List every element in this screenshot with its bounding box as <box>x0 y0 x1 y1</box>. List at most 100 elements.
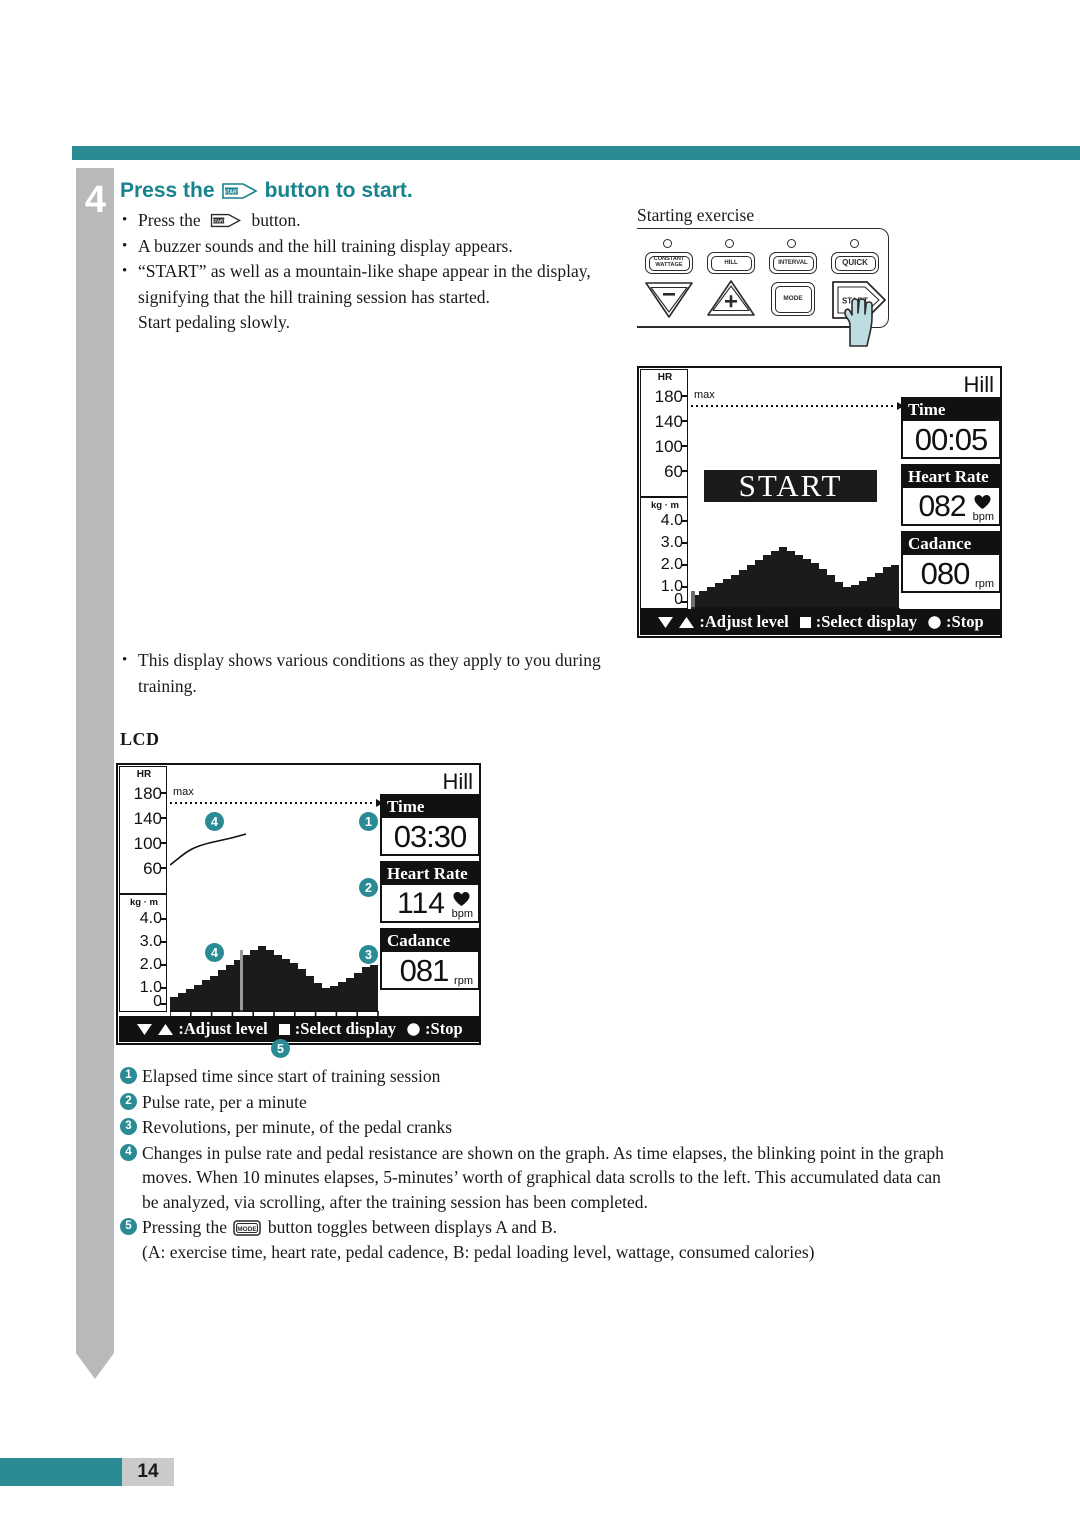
hr-tick-60: 60 <box>664 462 683 481</box>
circle-icon <box>407 1022 420 1036</box>
manual-page: 4 Press the START button to start. Press… <box>0 0 1080 1528</box>
down-triangle-icon <box>658 616 674 628</box>
time-panel-value: 03:30 <box>393 819 468 854</box>
display-note-text: This display shows various conditions as… <box>138 650 601 696</box>
note-1: 1 Elapsed time since start of training s… <box>120 1064 960 1089</box>
callout-badge-4-hr: 4 <box>205 812 224 831</box>
down-triangle-icon <box>137 1023 153 1035</box>
circle-icon <box>928 615 941 629</box>
heart-rate-panel-unit: bpm <box>451 908 473 920</box>
note-number-3: 3 <box>120 1118 137 1135</box>
note-number-4: 4 <box>120 1143 137 1161</box>
load-tick-2: 2.0 <box>660 556 683 573</box>
bullet-3-text: “START” as well as a mountain-like shape… <box>138 261 591 281</box>
bullet-3-line2: signifying that the hill training sessio… <box>138 286 490 307</box>
note-2-text: Pulse rate, per a minute <box>142 1091 307 1112</box>
step-ribbon-tip <box>76 1353 114 1379</box>
heart-rate-trace <box>170 833 247 866</box>
square-icon <box>278 1023 290 1035</box>
note-5-pre: Pressing the <box>142 1217 228 1237</box>
page-title-post: button to start. <box>264 179 413 202</box>
callout-badge-2: 2 <box>359 878 378 897</box>
hr-tick-180: 180 <box>654 387 683 406</box>
up-triangle-icon <box>158 1023 174 1035</box>
load-tick-4: 4.0 <box>660 512 683 529</box>
time-panel: Time 03:30 <box>380 794 480 856</box>
interval-button[interactable]: INTERVAL <box>769 252 817 274</box>
load-axis: kg · m 4.0 3.0 2.0 1.0 0 <box>119 894 167 1012</box>
start-button-icon: START <box>221 181 259 201</box>
hr-tick-60: 60 <box>143 859 162 878</box>
callout-notes-list: 1 Elapsed time since start of training s… <box>120 1064 960 1265</box>
mode-button[interactable]: MODE <box>771 282 815 316</box>
list-item: “START” as well as a mountain-like shape… <box>120 259 640 336</box>
led-indicator-interval <box>787 239 796 248</box>
status-adjust-label: :Adjust level <box>178 1019 268 1038</box>
time-panel-title: Time <box>903 399 999 421</box>
hr-tick-180: 180 <box>133 784 162 803</box>
heart-icon <box>974 495 991 509</box>
hr-axis: HR 180 140 100 60 <box>119 766 167 894</box>
status-adjust-label: :Adjust level <box>699 612 789 631</box>
instruction-list: Press the START button. A buzzer sounds … <box>120 208 640 336</box>
up-triangle-icon <box>679 616 695 628</box>
page-title-pre: Press the <box>120 179 215 202</box>
header-rule <box>72 146 1080 160</box>
status-select-label: :Select display <box>815 612 918 631</box>
cadence-panel: Cadance 080 rpm <box>901 531 1001 593</box>
pointing-hand-icon <box>836 295 880 347</box>
program-name-label: Hill <box>442 769 473 794</box>
quick-button[interactable]: QUICK <box>831 252 879 274</box>
mode-button-icon: MODE <box>233 1218 262 1236</box>
callout-badge-1: 1 <box>359 812 378 831</box>
list-item: A buzzer sounds and the hill training di… <box>120 234 640 260</box>
note-4: 4 Changes in pulse rate and pedal resist… <box>120 1141 960 1215</box>
bullet-2-text: A buzzer sounds and the hill training di… <box>138 235 513 256</box>
note-1-text: Elapsed time since start of training ses… <box>142 1066 441 1086</box>
list-item: Press the START button. <box>120 208 640 234</box>
decrease-level-button[interactable] <box>643 278 695 325</box>
max-hr-line <box>691 402 904 410</box>
status-stop-label: :Stop <box>425 1019 463 1038</box>
hill-label: HILL <box>724 259 738 266</box>
quick-label: QUICK <box>842 257 868 267</box>
time-panel-title: Time <box>382 796 478 818</box>
cadence-panel-unit: rpm <box>975 578 994 590</box>
status-select-label: :Select display <box>294 1019 397 1038</box>
bullet-3-line3: Start pedaling slowly. <box>138 312 290 332</box>
heart-rate-panel: Heart Rate 082 bpm <box>901 464 1001 526</box>
max-hr-label: max <box>694 389 715 401</box>
note-2: 2 Pulse rate, per a minute <box>120 1090 960 1115</box>
note-5-post: button toggles between displays A and B. <box>267 1217 558 1237</box>
note-5: 5 Pressing the MODE button toggles betwe… <box>120 1215 960 1264</box>
heart-icon <box>453 892 470 906</box>
square-icon <box>799 616 811 628</box>
cadence-panel-title: Cadance <box>382 930 478 952</box>
note-5-sub: (A: exercise time, heart rate, pedal cad… <box>142 1241 815 1262</box>
svg-text:MODE: MODE <box>238 1226 258 1233</box>
lcd-display-annotated: Hill HR 180 140 100 60 kg · m 4.0 3.0 2.… <box>116 763 481 1045</box>
constant-wattage-label: CONSTANT WATTAGE <box>653 256 685 268</box>
hr-tick-100: 100 <box>133 834 162 853</box>
time-panel: Time 00:05 <box>901 397 1001 459</box>
increase-level-button[interactable] <box>705 278 757 325</box>
hill-button[interactable]: HILL <box>707 252 755 274</box>
start-button-icon: START <box>207 211 245 228</box>
lcd-section-label: LCD <box>120 729 160 749</box>
note-number-1: 1 <box>120 1067 137 1084</box>
constant-wattage-button[interactable]: CONSTANT WATTAGE <box>645 252 693 274</box>
cadence-panel-title: Cadance <box>903 533 999 555</box>
note-3: 3 Revolutions, per minute, of the pedal … <box>120 1115 960 1140</box>
step-number: 4 <box>84 179 106 221</box>
load-axis: kg · m 4.0 3.0 2.0 1.0 0 <box>640 497 688 609</box>
max-hr-label: max <box>173 786 194 798</box>
step-ribbon <box>76 168 114 1353</box>
time-panel-value: 00:05 <box>914 422 989 457</box>
load-tick-4: 4.0 <box>139 910 162 927</box>
load-tick-3: 3.0 <box>660 534 683 551</box>
footer-bar <box>0 1458 122 1486</box>
heart-rate-panel-unit: bpm <box>972 511 994 523</box>
callout-badge-5: 5 <box>271 1039 290 1058</box>
panel-caption: Starting exercise <box>637 205 755 225</box>
program-name-label: Hill <box>963 372 994 397</box>
